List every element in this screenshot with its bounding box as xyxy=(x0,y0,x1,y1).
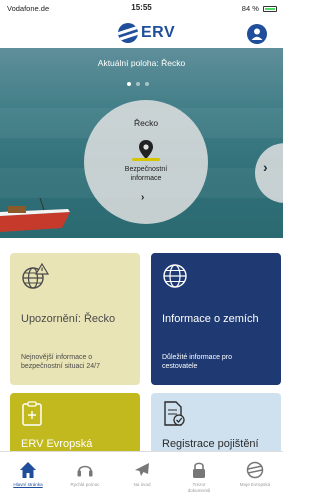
app-header: ERV xyxy=(0,18,283,48)
tab-label: Trezor dokumentů xyxy=(171,482,227,494)
current-location-label: Aktuální poloha: Řecko xyxy=(97,58,186,68)
tile-subtitle-line: bezpečnostní situaci 24/7 xyxy=(21,363,100,370)
carousel-dots xyxy=(127,82,149,86)
carousel-dot[interactable] xyxy=(136,82,140,86)
home-icon xyxy=(20,462,36,478)
tab-document-vault[interactable]: Trezor dokumentů xyxy=(171,452,227,499)
globe-icon xyxy=(163,264,187,288)
lock-icon xyxy=(193,462,205,478)
tab-label: Moje Evropská xyxy=(239,482,271,487)
location-pin-icon xyxy=(139,140,153,159)
tab-label-line: dokumentů xyxy=(187,488,211,493)
tab-my-evropska[interactable]: Moje Evropská xyxy=(227,452,283,499)
country-name: Řecko xyxy=(133,118,159,128)
tab-label: Hlavní stránka xyxy=(13,482,43,487)
carousel-dot[interactable] xyxy=(145,82,149,86)
tile-subtitle-line: Důležité informace pro xyxy=(162,354,233,361)
app-screen: Vodafone.de 15:55 84 % ERV Aktuální polo… xyxy=(0,0,283,499)
tile-country-info[interactable]: Informace o zemích Důležité informace pr… xyxy=(151,253,281,385)
tab-quick-help[interactable]: Rychlá pomoc xyxy=(57,452,113,499)
tile-title: Upozornění: Řecko xyxy=(21,313,116,325)
carousel-dot[interactable] xyxy=(127,82,131,86)
security-info-line1: Bezpečnostní xyxy=(124,166,168,173)
tile-title: ERV Evropská xyxy=(21,438,93,450)
battery-label: 84 % xyxy=(241,4,259,13)
tab-label: Rychlá pomoc xyxy=(70,482,100,487)
erv-logo: ERV xyxy=(118,22,175,44)
erv-logo-icon xyxy=(118,23,138,43)
airplane-icon xyxy=(135,463,149,476)
tile-subtitle: Důležité informace pro cestovatele xyxy=(162,353,275,371)
security-info-line2: informace xyxy=(130,175,162,182)
tile-subtitle: Nejnovější informace o bezpečnostní situ… xyxy=(21,353,134,371)
erv-logo-icon xyxy=(246,461,264,479)
tab-label: Na úvod xyxy=(133,482,151,487)
chevron-right-icon: › xyxy=(263,159,268,175)
location-hero: Aktuální poloha: Řecko Řecko Bezpečnostn… xyxy=(0,48,283,238)
chevron-right-icon: › xyxy=(141,192,145,203)
clock: 15:55 xyxy=(131,3,152,12)
tile-title: Registrace pojištění xyxy=(162,438,259,450)
boat-image xyxy=(0,198,70,232)
tab-home[interactable]: Hlavní stránka xyxy=(0,452,56,499)
tile-title: Informace o zemích xyxy=(162,313,259,325)
profile-button[interactable] xyxy=(247,24,267,44)
battery-icon xyxy=(263,6,277,13)
pin-accent-bar xyxy=(132,158,160,161)
country-card[interactable]: Řecko Bezpečnostní informace › xyxy=(84,100,208,224)
logo-text: ERV xyxy=(141,24,176,41)
security-info-link[interactable]: Bezpečnostní informace xyxy=(84,165,208,183)
document-check-icon xyxy=(164,401,185,426)
tile-alert-greece[interactable]: Upozornění: Řecko Nejnovější informace o… xyxy=(10,253,140,385)
headset-icon xyxy=(77,465,93,477)
tile-subtitle-line: Nejnovější informace o xyxy=(21,354,93,361)
document-card-icon xyxy=(22,401,42,426)
globe-alert-icon xyxy=(22,263,49,289)
status-bar: Vodafone.de 15:55 84 % xyxy=(0,0,283,18)
battery-indicator: 84 % xyxy=(242,4,277,13)
tiles-grid: Upozornění: Řecko Nejnovější informace o… xyxy=(0,238,283,463)
tile-subtitle-line: cestovatele xyxy=(162,363,198,370)
bottom-tab-bar: Hlavní stránka Rychlá pomoc Na úvod Trez… xyxy=(0,451,283,499)
person-icon xyxy=(251,28,263,40)
tab-trip[interactable]: Na úvod xyxy=(114,452,170,499)
